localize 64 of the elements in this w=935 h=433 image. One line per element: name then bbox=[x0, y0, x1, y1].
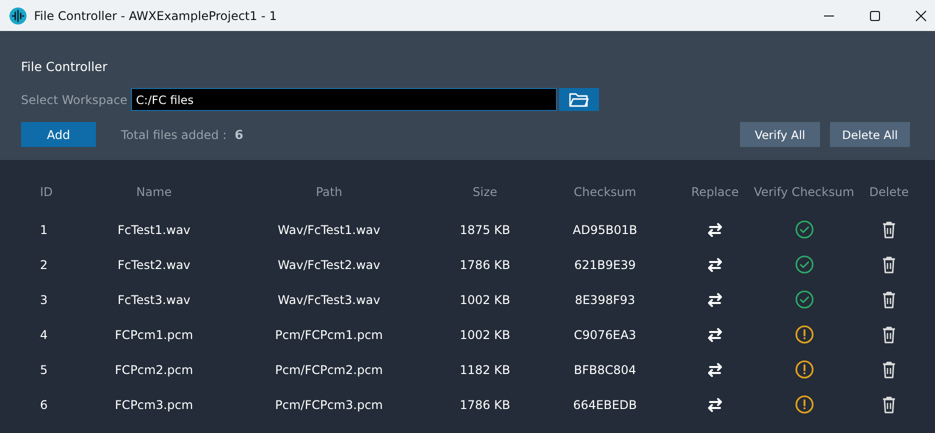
maximize-icon[interactable] bbox=[869, 10, 881, 22]
workspace-field[interactable]: C:/FC files bbox=[131, 88, 557, 111]
table-cell-text: FCPcm2.pcm bbox=[114, 362, 194, 378]
column-header: Checksum bbox=[572, 184, 638, 201]
column-header: Path bbox=[314, 184, 344, 201]
table-cell-text: 664EBEDB bbox=[572, 396, 638, 414]
table-cell-text: 1 bbox=[39, 222, 49, 238]
trash-icon[interactable] bbox=[882, 360, 896, 378]
table-cell-text: Pcm/FCPcm3.pcm bbox=[274, 396, 384, 414]
table-cell-text: FcTest2.wav bbox=[116, 256, 192, 274]
table-cell-text: FcTest3.wav bbox=[116, 292, 192, 308]
table-cell-text: 6 bbox=[39, 396, 49, 414]
workspace-label: Select Workspace bbox=[21, 92, 128, 106]
table-cell-text: C9076EA3 bbox=[572, 326, 638, 344]
trash-icon[interactable] bbox=[882, 220, 896, 238]
table-cell-text: 4 bbox=[39, 326, 49, 344]
table-cell-text: 1786 KB bbox=[458, 256, 512, 274]
swap-arrows-icon[interactable] bbox=[706, 222, 724, 238]
trash-icon[interactable] bbox=[882, 290, 896, 308]
table-cell-text: 5 bbox=[39, 362, 49, 378]
table-cell-text: AD95B01B bbox=[572, 222, 638, 238]
table-cell-text: BFB8C804 bbox=[572, 362, 638, 378]
column-header: Replace bbox=[690, 184, 740, 201]
swap-arrows-icon[interactable] bbox=[706, 326, 724, 342]
add-button[interactable]: Add bbox=[21, 122, 96, 147]
close-icon[interactable] bbox=[915, 10, 927, 22]
swap-arrows-icon[interactable] bbox=[706, 396, 724, 412]
table-cell-text: FCPcm3.pcm bbox=[114, 396, 194, 414]
table-cell-text: Pcm/FCPcm1.pcm bbox=[274, 326, 384, 344]
total-files-count: 6 bbox=[234, 127, 244, 142]
column-header: ID bbox=[39, 184, 54, 201]
table-cell-text: Wav/FcTest2.wav bbox=[276, 256, 382, 274]
table-cell-text: 1002 KB bbox=[458, 326, 512, 344]
table-cell-text: 621B9E39 bbox=[573, 256, 637, 274]
table-cell-text: 8E398F93 bbox=[574, 292, 636, 308]
browse-folder-button[interactable] bbox=[559, 88, 599, 111]
table-cell-text: Pcm/FCPcm2.pcm bbox=[274, 362, 384, 378]
app-logo-icon bbox=[9, 6, 27, 24]
folder-icon bbox=[569, 92, 589, 108]
table-cell-text: 1786 KB bbox=[458, 396, 512, 414]
column-header: Verify Checksum bbox=[752, 184, 856, 201]
trash-icon[interactable] bbox=[882, 326, 896, 344]
column-header: Size bbox=[472, 184, 498, 201]
table-cell-text: 3 bbox=[39, 292, 49, 308]
table-cell-text: 2 bbox=[39, 256, 49, 274]
table-cell-text: 1182 KB bbox=[458, 362, 512, 378]
trash-icon[interactable] bbox=[882, 256, 896, 274]
table-cell-text: 1002 KB bbox=[458, 292, 512, 308]
table-cell-text: FcTest1.wav bbox=[116, 222, 192, 238]
column-header: Name bbox=[135, 184, 173, 201]
table-cell-text: Wav/FcTest3.wav bbox=[276, 292, 382, 308]
table-cell-text: FCPcm1.pcm bbox=[114, 326, 194, 344]
total-files-label: Total files added : bbox=[121, 128, 227, 142]
delete-all-button[interactable]: Delete All bbox=[830, 122, 910, 147]
table-cell-text: 1875 KB bbox=[458, 222, 512, 238]
trash-icon[interactable] bbox=[882, 396, 896, 414]
window-title: File Controller - AWXExampleProject1 - 1 bbox=[34, 8, 277, 22]
table-cell-text: Wav/FcTest1.wav bbox=[276, 222, 382, 238]
verify-all-button[interactable]: Verify All bbox=[740, 122, 820, 147]
swap-arrows-icon[interactable] bbox=[706, 256, 724, 272]
panel-heading: File Controller bbox=[21, 59, 108, 74]
swap-arrows-icon[interactable] bbox=[706, 362, 724, 378]
column-header: Delete bbox=[868, 184, 910, 201]
swap-arrows-icon[interactable] bbox=[706, 292, 724, 308]
